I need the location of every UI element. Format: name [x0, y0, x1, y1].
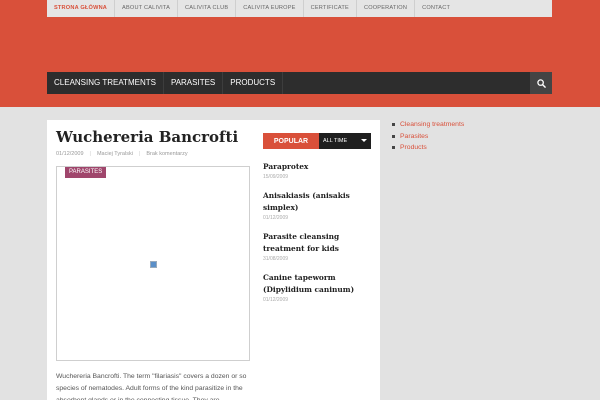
sidebar-item-parasites[interactable]: Parasites — [392, 131, 464, 143]
top-navigation: STRONA GŁÓWNA ABOUT CALIVITA CALIVITA CL… — [47, 0, 552, 17]
top-nav-home[interactable]: STRONA GŁÓWNA — [47, 0, 116, 17]
category-badge[interactable]: PARASITES — [65, 167, 107, 178]
top-nav-contact[interactable]: CONTACT — [415, 0, 457, 17]
popular-list: Paraprotex 15/09/2009 Anisakiasis (anisa… — [263, 161, 371, 303]
popular-post-title[interactable]: Parasite cleansing treatment for kids — [263, 231, 371, 255]
post-meta: 01/12/2009 | Maciej Tyralski | Brak kome… — [56, 151, 188, 157]
bullet-icon — [392, 134, 395, 138]
list-item: Canine tapeworm (Dipylidium caninum) 01/… — [263, 272, 371, 303]
sidebar-item-label: Parasites — [400, 132, 429, 140]
popular-post-date: 01/12/2009 — [263, 215, 289, 221]
broken-image-icon — [150, 261, 157, 268]
popular-widget: POPULAR ALL TIME Paraprotex 15/09/2009 A… — [263, 133, 371, 313]
meta-separator: | — [138, 151, 141, 157]
post-comments-link[interactable]: Brak komentarzy — [146, 151, 187, 157]
post-title[interactable]: Wuchereria Bancrofti — [56, 128, 238, 146]
sidebar-item-label: Cleansing treatments — [400, 121, 465, 128]
popular-post-title[interactable]: Canine tapeworm (Dipylidium caninum) — [263, 272, 371, 296]
featured-image[interactable]: PARASITES — [56, 166, 250, 361]
list-item: Paraprotex 15/09/2009 — [263, 161, 371, 180]
nav-cleansing-treatments[interactable]: CLEANSING TREATMENTS — [47, 72, 164, 94]
post-author[interactable]: Maciej Tyralski — [97, 151, 133, 157]
post-excerpt: Wuchereria Bancrofti. The term "filarias… — [56, 373, 247, 400]
popular-post-title[interactable]: Anisakiasis (anisakis simplex) — [263, 190, 371, 214]
list-item: Anisakiasis (anisakis simplex) 01/12/200… — [263, 190, 371, 221]
sidebar-item-cleansing[interactable]: Cleansing treatments — [392, 119, 464, 131]
popular-post-date: 15/09/2009 — [263, 174, 289, 180]
bullet-icon — [392, 123, 395, 127]
bullet-icon — [392, 146, 395, 150]
list-item: Parasite cleansing treatment for kids 31… — [263, 231, 371, 262]
nav-parasites[interactable]: PARASITES — [164, 72, 224, 94]
popular-post-date: 31/08/2009 — [263, 256, 289, 262]
chevron-down-icon — [361, 139, 367, 142]
tab-popular[interactable]: POPULAR — [263, 133, 319, 149]
top-nav-certificate[interactable]: CERTIFICATE — [304, 0, 357, 17]
main-content: Wuchereria Bancrofti 01/12/2009 | Maciej… — [47, 120, 380, 400]
meta-separator: | — [89, 151, 91, 157]
top-nav-europe[interactable]: CALIVITA EUROPE — [236, 0, 304, 17]
search-button[interactable] — [530, 72, 552, 94]
popular-post-title[interactable]: Paraprotex — [263, 161, 371, 173]
top-nav-club[interactable]: CALIVITA CLUB — [178, 0, 237, 17]
sidebar-item-label: Products — [400, 144, 427, 151]
top-nav-cooperation[interactable]: COOPERATION — [357, 0, 416, 17]
post-date: 01/12/2009 — [56, 151, 84, 157]
popular-post-date: 01/12/2009 — [263, 297, 289, 303]
time-range-label: ALL TIME — [323, 138, 348, 144]
nav-products[interactable]: PRODUCTS — [223, 72, 284, 94]
sidebar-categories: Cleansing treatments Parasites Products — [392, 119, 464, 154]
sidebar-item-products[interactable]: Products — [392, 142, 464, 154]
top-nav-about[interactable]: ABOUT CALIVITA — [115, 0, 179, 17]
time-range-dropdown[interactable]: ALL TIME — [319, 133, 371, 149]
search-icon — [536, 78, 546, 88]
main-navigation: CLEANSING TREATMENTS PARASITES PRODUCTS — [47, 72, 552, 94]
popular-tabs: POPULAR ALL TIME — [263, 133, 371, 149]
